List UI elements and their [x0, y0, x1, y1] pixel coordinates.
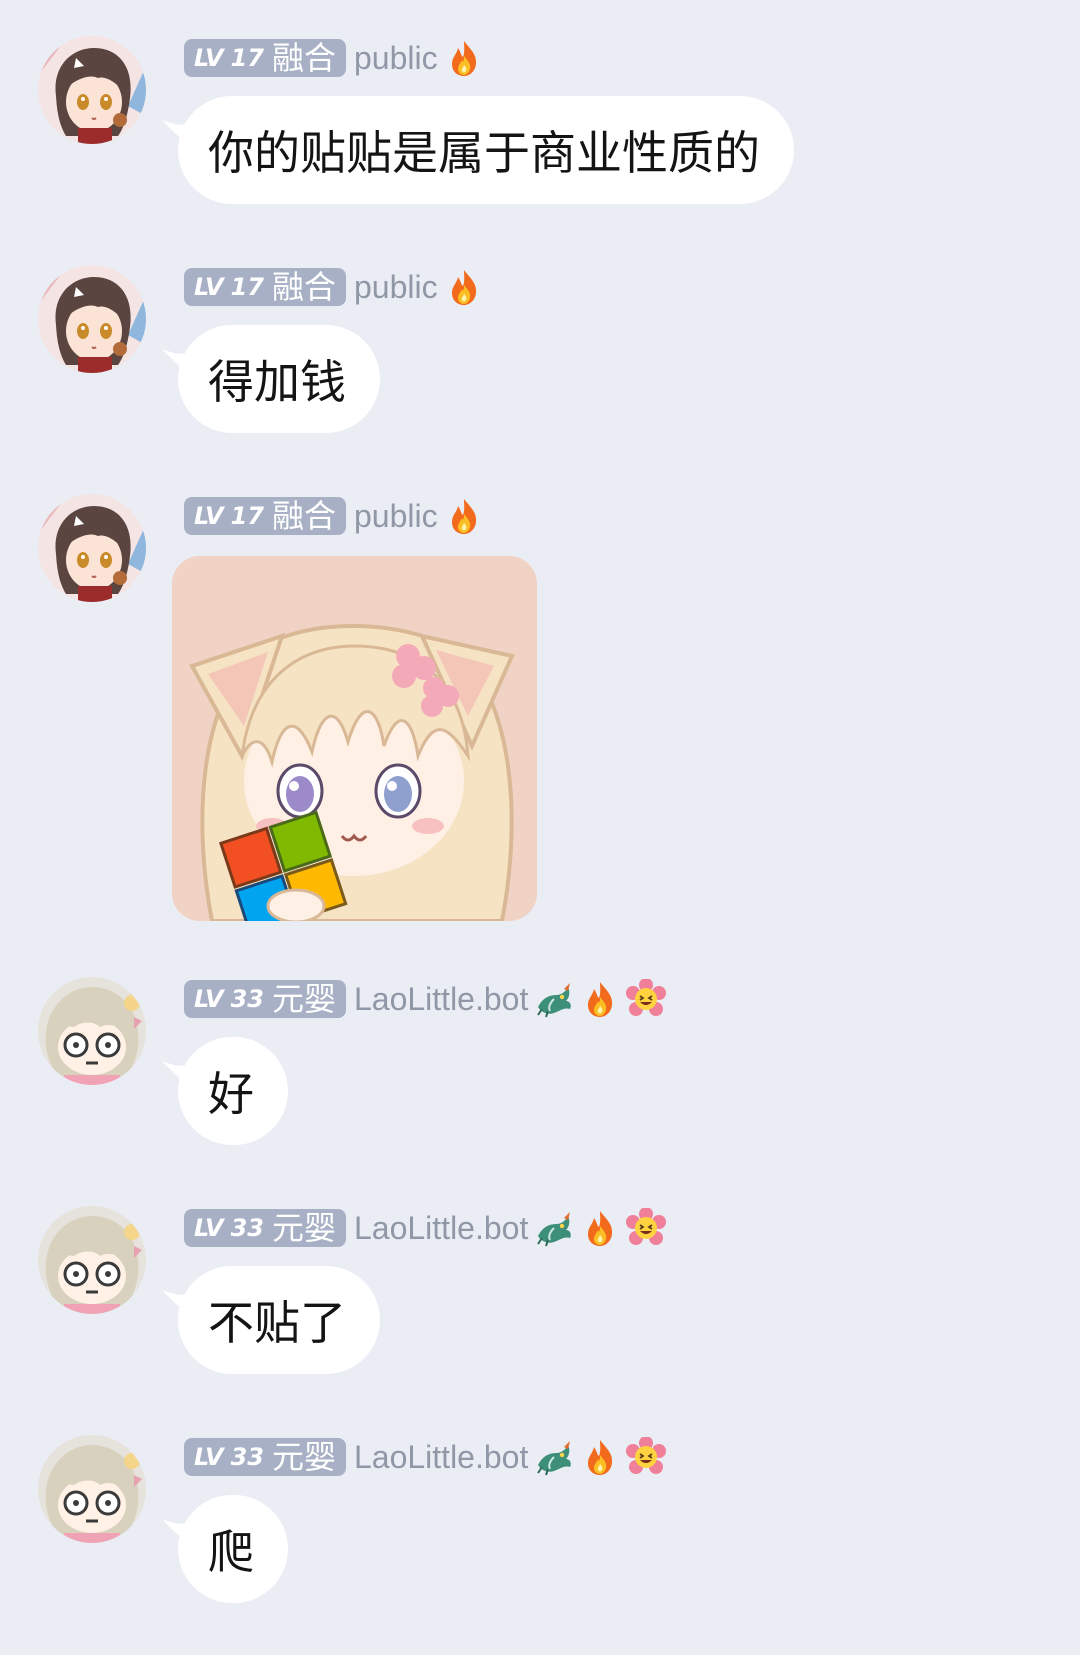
blonde-chibi-girl-avatar-icon [38, 1206, 146, 1314]
sender-name[interactable]: public [354, 269, 438, 306]
message-bubble[interactable]: 爬 [178, 1495, 288, 1603]
level-prefix: LV [194, 1214, 224, 1242]
dragon-icon[interactable] [534, 1208, 574, 1248]
cat-ear-girl-eating-windows-logo-sticker-icon [172, 556, 537, 921]
level-prefix: LV [194, 985, 224, 1013]
user-avatar[interactable] [38, 494, 146, 602]
message-header: LV 17 融合 public [184, 267, 484, 307]
level-number: 33 [230, 1443, 264, 1471]
message-header: LV 17 融合 public [184, 38, 484, 78]
brown-haired-anime-girl-avatar-icon [38, 265, 146, 373]
sender-name[interactable]: LaoLittle.bot [354, 1439, 528, 1476]
level-badge[interactable]: LV 17 融合 [184, 497, 346, 535]
sticker-image[interactable] [172, 556, 537, 921]
fire-icon[interactable] [580, 979, 620, 1019]
level-title: 融合 [271, 497, 336, 535]
sender-name[interactable]: LaoLittle.bot [354, 981, 528, 1018]
level-prefix: LV [194, 273, 224, 301]
user-avatar[interactable] [38, 1435, 146, 1543]
level-number: 17 [230, 273, 264, 301]
level-number: 17 [230, 502, 264, 530]
level-prefix: LV [194, 44, 224, 72]
message-header: LV 33 元婴 LaoLittle.bot [184, 979, 666, 1019]
level-prefix: LV [194, 1443, 224, 1471]
fire-icon[interactable] [444, 267, 484, 307]
dragon-icon[interactable] [534, 979, 574, 1019]
message-header: LV 17 融合 public [184, 496, 484, 536]
fire-icon[interactable] [580, 1437, 620, 1477]
grinning-flower-icon[interactable] [626, 979, 666, 1019]
brown-haired-anime-girl-avatar-icon [38, 36, 146, 144]
dragon-icon[interactable] [534, 1437, 574, 1477]
user-avatar[interactable] [38, 265, 146, 373]
brown-haired-anime-girl-avatar-icon [38, 494, 146, 602]
message-bubble[interactable]: 得加钱 [178, 325, 380, 433]
level-number: 33 [230, 985, 264, 1013]
chat-message-list[interactable]: LV 17 融合 public 你的贴贴是属于商业性质的 LV 17 融合 public… [0, 0, 1080, 1655]
level-badge[interactable]: LV 33 元婴 [184, 1438, 346, 1476]
fire-icon[interactable] [444, 38, 484, 78]
sender-name[interactable]: public [354, 498, 438, 535]
fire-icon[interactable] [580, 1208, 620, 1248]
level-badge[interactable]: LV 33 元婴 [184, 980, 346, 1018]
grinning-flower-icon[interactable] [626, 1208, 666, 1248]
message-header: LV 33 元婴 LaoLittle.bot [184, 1437, 666, 1477]
level-badge[interactable]: LV 17 融合 [184, 268, 346, 306]
fire-icon[interactable] [444, 496, 484, 536]
grinning-flower-icon[interactable] [626, 1437, 666, 1477]
level-number: 33 [230, 1214, 264, 1242]
level-title: 元婴 [271, 1438, 336, 1476]
level-prefix: LV [194, 502, 224, 530]
message-bubble[interactable]: 不贴了 [178, 1266, 380, 1374]
level-badge[interactable]: LV 33 元婴 [184, 1209, 346, 1247]
message-bubble[interactable]: 你的贴贴是属于商业性质的 [178, 96, 794, 204]
message-bubble[interactable]: 好 [178, 1037, 288, 1145]
user-avatar[interactable] [38, 1206, 146, 1314]
level-title: 融合 [271, 268, 336, 306]
message-header: LV 33 元婴 LaoLittle.bot [184, 1208, 666, 1248]
blonde-chibi-girl-avatar-icon [38, 1435, 146, 1543]
level-title: 元婴 [271, 980, 336, 1018]
blonde-chibi-girl-avatar-icon [38, 977, 146, 1085]
level-title: 元婴 [271, 1209, 336, 1247]
user-avatar[interactable] [38, 977, 146, 1085]
level-title: 融合 [271, 39, 336, 77]
sender-name[interactable]: public [354, 40, 438, 77]
sender-name[interactable]: LaoLittle.bot [354, 1210, 528, 1247]
level-badge[interactable]: LV 17 融合 [184, 39, 346, 77]
level-number: 17 [230, 44, 264, 72]
user-avatar[interactable] [38, 36, 146, 144]
